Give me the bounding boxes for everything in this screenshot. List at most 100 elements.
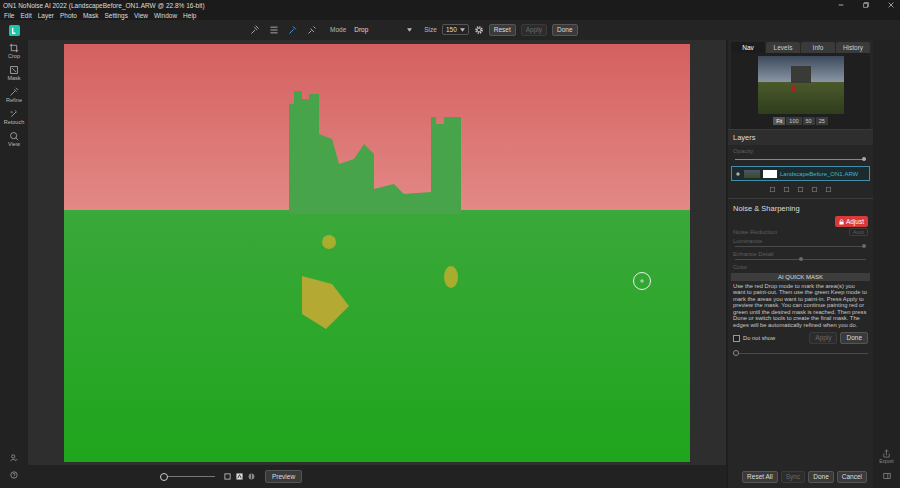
layer-mask-thumbnail <box>763 170 777 178</box>
compare-icon[interactable] <box>248 473 255 480</box>
window-controls <box>837 1 900 9</box>
toolbar-button[interactable]: Reset <box>489 24 516 36</box>
menu-item[interactable]: View <box>134 12 148 19</box>
panel-tab[interactable]: History <box>836 42 870 53</box>
tool-item[interactable]: View <box>8 131 20 153</box>
panel-tab[interactable]: Levels <box>766 42 800 53</box>
help-icon[interactable] <box>10 471 18 479</box>
menu-item[interactable]: Mask <box>83 12 99 19</box>
tool-icon <box>9 109 19 119</box>
mask-view-icon[interactable] <box>236 473 243 480</box>
user-icon[interactable] <box>10 454 18 462</box>
menu-item[interactable]: Edit <box>20 12 31 19</box>
eye-icon[interactable] <box>735 171 741 177</box>
export-button[interactable]: Export <box>879 449 893 464</box>
do-not-show-checkbox[interactable]: Do not show <box>733 335 775 342</box>
layer-action-icon[interactable] <box>769 186 776 193</box>
layers-header: Layers <box>728 129 873 145</box>
footer-button[interactable]: Reset All <box>742 471 778 483</box>
brush-tool-icon[interactable] <box>250 25 260 35</box>
sharpening-slider[interactable] <box>733 353 868 354</box>
footer-button[interactable]: Sync <box>781 471 805 483</box>
noise-sharpening-header: Noise & Sharpening <box>731 199 870 216</box>
tool-label: View <box>8 141 20 147</box>
layer-actions <box>728 181 873 199</box>
slider-knob[interactable] <box>862 157 866 161</box>
slider-knob[interactable] <box>160 473 168 481</box>
size-label: Size <box>424 26 437 33</box>
tool-item[interactable]: Retouch <box>4 109 25 131</box>
adjust-button[interactable]: Adjust <box>835 216 868 227</box>
bottom-bar: Preview <box>28 465 726 488</box>
noise-row: Color <box>731 263 870 271</box>
toolbar-button[interactable]: Done <box>552 24 578 36</box>
slider-knob[interactable] <box>862 244 866 248</box>
footer-button[interactable]: Done <box>808 471 834 483</box>
right-strip: Export <box>873 40 900 488</box>
right-panel: NavLevelsInfoHistoryFit1005025LayersOpac… <box>728 40 873 488</box>
footer-button[interactable]: Cancel <box>837 471 867 483</box>
opacity-slider[interactable] <box>735 159 866 160</box>
slider-knob[interactable] <box>733 350 739 356</box>
menu-item[interactable]: Photo <box>60 12 77 19</box>
square-icon[interactable] <box>224 473 231 480</box>
quick-mask-button[interactable]: Done <box>840 332 868 344</box>
setting-slider[interactable] <box>735 246 866 247</box>
tool-item[interactable]: Mask <box>7 65 20 87</box>
size-value: 150 <box>446 26 457 33</box>
menu-item[interactable]: File <box>4 12 14 19</box>
layer-action-icon[interactable] <box>811 186 818 193</box>
title-bar: ON1 NoNoise AI 2022 (LandscapeBefore_ON1… <box>0 0 900 10</box>
zoom-button[interactable]: 100 <box>786 117 801 125</box>
layer-row[interactable]: LandscapeBefore_ON1.ARW <box>731 166 870 181</box>
auto-button[interactable]: Auto <box>849 228 868 236</box>
restore-icon[interactable] <box>862 1 870 9</box>
gear-icon[interactable] <box>474 25 484 35</box>
layer-action-icon[interactable] <box>783 186 790 193</box>
brush-cursor-icon <box>632 271 652 291</box>
navigator-thumbnail[interactable] <box>758 56 844 114</box>
noise-row: Noise ReductionAuto <box>731 227 870 237</box>
panel-tab[interactable]: Info <box>801 42 835 53</box>
menu-item[interactable]: Help <box>183 12 196 19</box>
tool-icon <box>9 131 19 141</box>
export-icon <box>882 449 891 458</box>
close-icon[interactable] <box>887 1 895 9</box>
brush-tool-icon[interactable] <box>307 25 317 35</box>
tool-sidebar: CropMask Refine Retouch View <box>0 40 28 488</box>
tool-item[interactable]: Crop <box>8 43 20 65</box>
panel-toggle-icon[interactable] <box>883 472 891 480</box>
quick-mask-button[interactable]: Apply <box>809 332 837 344</box>
slider-knob[interactable] <box>799 257 803 261</box>
brush-tool-group: ModeDropSize150ResetApplyDone <box>250 24 578 36</box>
layer-action-icon[interactable] <box>825 186 832 193</box>
menu-item[interactable]: Window <box>154 12 177 19</box>
zoom-button[interactable]: Fit <box>773 117 785 125</box>
tool-icon <box>9 87 19 97</box>
canvas-area <box>28 40 726 465</box>
minimize-icon[interactable] <box>837 1 845 9</box>
center-column: Preview <box>28 40 726 488</box>
dropdown-caret-icon <box>407 28 412 32</box>
tool-item[interactable]: Refine <box>6 87 22 109</box>
panel-tab[interactable]: Nav <box>731 42 765 53</box>
brush-tool-icon[interactable] <box>269 25 279 35</box>
zoom-slider[interactable] <box>160 476 215 477</box>
zoom-button[interactable]: 50 <box>803 117 815 125</box>
window-title: ON1 NoNoise AI 2022 (LandscapeBefore_ON1… <box>3 2 205 9</box>
zoom-buttons: Fit1005025 <box>773 117 828 125</box>
layer-action-icon[interactable] <box>797 186 804 193</box>
zoom-button[interactable]: 25 <box>816 117 828 125</box>
setting-label: Luminance <box>733 238 762 244</box>
menu-item[interactable]: Layer <box>38 12 54 19</box>
photo-canvas[interactable] <box>64 44 690 462</box>
brush-tool-icon[interactable] <box>288 25 298 35</box>
toolbar-button[interactable]: Apply <box>521 24 547 36</box>
menu-item[interactable]: Settings <box>104 12 128 19</box>
setting-slider[interactable] <box>735 259 866 260</box>
mode-dropdown[interactable]: Drop <box>351 25 415 34</box>
size-field[interactable]: 150 <box>442 24 469 35</box>
preview-button[interactable]: Preview <box>265 470 302 484</box>
tool-label: Refine <box>6 97 22 103</box>
mode-value: Drop <box>354 26 368 33</box>
